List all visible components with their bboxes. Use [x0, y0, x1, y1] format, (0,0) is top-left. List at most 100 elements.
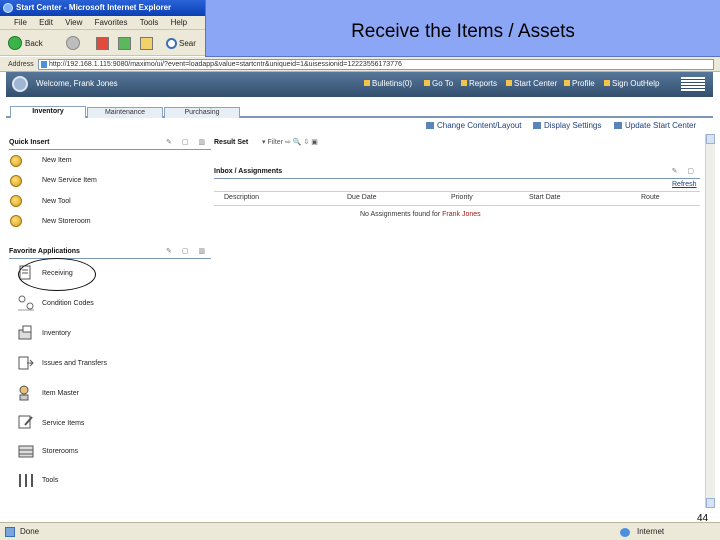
ibm-logo [681, 77, 705, 92]
change-layout-link[interactable]: Change Content/Layout [426, 121, 522, 130]
menu-help[interactable]: Help [171, 18, 187, 27]
inventory-icon [18, 325, 32, 340]
quick-insert-new-service-item[interactable]: New Service Item [42, 177, 97, 184]
forward-arrow-icon [66, 36, 80, 50]
result-set-filter[interactable]: ▾ Filter ⇨ 🔍 ⇩ ▣ [262, 136, 318, 150]
new-tool-icon [10, 195, 22, 207]
refresh-icon [118, 36, 131, 50]
col-priority[interactable]: Priority [451, 194, 473, 201]
menu-tools[interactable]: Tools [140, 18, 159, 27]
home-button[interactable] [140, 35, 153, 51]
portlet-tools-icon[interactable]: ✎ ▢ [672, 165, 698, 179]
page-status-icon [5, 527, 15, 537]
inbox-refresh-link[interactable]: Refresh [672, 181, 697, 188]
page-icon [41, 61, 47, 68]
menu-bar: File Edit View Favorites Tools Help [0, 16, 205, 30]
menu-edit[interactable]: Edit [39, 18, 53, 27]
app-item-master[interactable]: Item Master [42, 390, 79, 397]
stop-icon [96, 36, 109, 50]
window-titlebar: Start Center - Microsoft Internet Explor… [0, 0, 205, 16]
highlight-circle-annotation [18, 258, 96, 291]
home-icon [140, 36, 153, 50]
app-tools[interactable]: Tools [42, 477, 58, 484]
favorite-apps-title: Favorite Applications [9, 248, 80, 255]
inbox-empty-message: No Assignments found for Frank Jones [360, 211, 481, 218]
window-title: Start Center - Microsoft Internet Explor… [16, 3, 172, 12]
quick-insert-new-storeroom[interactable]: New Storeroom [42, 218, 91, 225]
refresh-button[interactable] [118, 35, 131, 51]
stop-button[interactable] [96, 35, 109, 51]
portlet-tools-icon[interactable]: ✎ ▢ ▥ [166, 136, 209, 150]
col-start-date[interactable]: Start Date [529, 194, 561, 201]
new-item-icon [10, 155, 22, 167]
inbox-empty-user: Frank Jones [442, 211, 481, 218]
quick-insert-new-tool[interactable]: New Tool [42, 198, 71, 205]
goto-icon [424, 80, 430, 86]
update-icon [614, 122, 622, 129]
zone-text: Internet [637, 527, 665, 536]
maximo-header: Welcome, Frank Jones Bulletins(0) Go To … [6, 72, 713, 97]
welcome-text: Welcome, Frank Jones [36, 79, 118, 88]
start-center-link[interactable]: Start Center [506, 79, 557, 88]
service-items-icon [18, 415, 33, 429]
sign-out-icon [604, 80, 610, 86]
address-bar: Address http://192.168.1.115:9080/maximo… [0, 57, 720, 72]
reports-icon [461, 80, 467, 86]
tab-purchasing[interactable]: Purchasing [164, 107, 240, 118]
address-value: http://192.168.1.115:9080/maximo/ui/?eve… [49, 61, 402, 68]
slide-number: 44 [697, 513, 709, 524]
scroll-down-arrow-icon[interactable] [706, 498, 715, 508]
tab-maintenance[interactable]: Maintenance [87, 107, 163, 118]
reports-link[interactable]: Reports [461, 79, 497, 88]
start-center-actions: Change Content/Layout Display Settings U… [6, 118, 713, 134]
start-center-tabs: Inventory Maintenance Purchasing [6, 97, 713, 118]
app-inventory[interactable]: Inventory [42, 330, 71, 337]
settings-icon [533, 122, 541, 129]
result-set-title: Result Set [214, 139, 249, 146]
maximo-logo-icon [12, 76, 28, 92]
menu-view[interactable]: View [65, 18, 82, 27]
tab-inventory[interactable]: Inventory [10, 106, 86, 118]
goto-link[interactable]: Go To [424, 79, 453, 88]
item-master-icon [19, 385, 29, 401]
menu-favorites[interactable]: Favorites [95, 18, 128, 27]
address-input[interactable]: http://192.168.1.115:9080/maximo/ui/?eve… [38, 59, 714, 70]
portlet-tools-icon[interactable]: ✎ ▢ ▥ [166, 245, 209, 259]
inbox-header: Inbox / Assignments ✎ ▢ [214, 165, 700, 179]
quick-insert-header: Quick Insert ✎ ▢ ▥ [9, 136, 211, 150]
search-button[interactable]: Sear [166, 35, 196, 51]
app-storerooms[interactable]: Storerooms [42, 448, 78, 455]
profile-link[interactable]: Profile [564, 79, 595, 88]
col-route[interactable]: Route [641, 194, 660, 201]
bulletins-link[interactable]: Bulletins(0) [364, 79, 412, 88]
col-due-date[interactable]: Due Date [347, 194, 377, 201]
forward-button[interactable] [66, 35, 80, 51]
internet-zone-icon [620, 528, 630, 537]
app-issues-and-transfers[interactable]: Issues and Transfers [42, 360, 107, 367]
search-icon [166, 37, 177, 49]
back-button[interactable]: Back [8, 35, 43, 51]
inbox-column-rule [214, 191, 700, 192]
browser-toolbar: Back Sear [0, 30, 205, 56]
bulletins-icon [364, 80, 370, 86]
slide-title-panel: Receive the Items / Assets [205, 0, 720, 57]
status-text: Done [20, 527, 40, 536]
scroll-up-arrow-icon[interactable] [706, 134, 715, 144]
inbox-header-rule [214, 205, 700, 206]
back-label: Back [25, 38, 43, 48]
layout-icon [426, 122, 434, 129]
display-settings-link[interactable]: Display Settings [533, 121, 601, 130]
app-service-items[interactable]: Service Items [42, 420, 84, 427]
help-link[interactable]: Help [643, 79, 659, 88]
search-label: Sear [179, 38, 196, 48]
vertical-scrollbar[interactable] [705, 134, 715, 508]
back-arrow-icon [8, 36, 22, 50]
update-start-center-link[interactable]: Update Start Center [614, 121, 696, 130]
issues-transfers-icon [18, 356, 34, 370]
col-description[interactable]: Description [224, 194, 259, 201]
menu-file[interactable]: File [14, 18, 27, 27]
status-bar: Done Internet [0, 522, 720, 540]
app-condition-codes[interactable]: Condition Codes [42, 300, 94, 307]
quick-insert-new-item[interactable]: New Item [42, 157, 72, 164]
sign-out-link[interactable]: Sign Out [604, 79, 643, 88]
